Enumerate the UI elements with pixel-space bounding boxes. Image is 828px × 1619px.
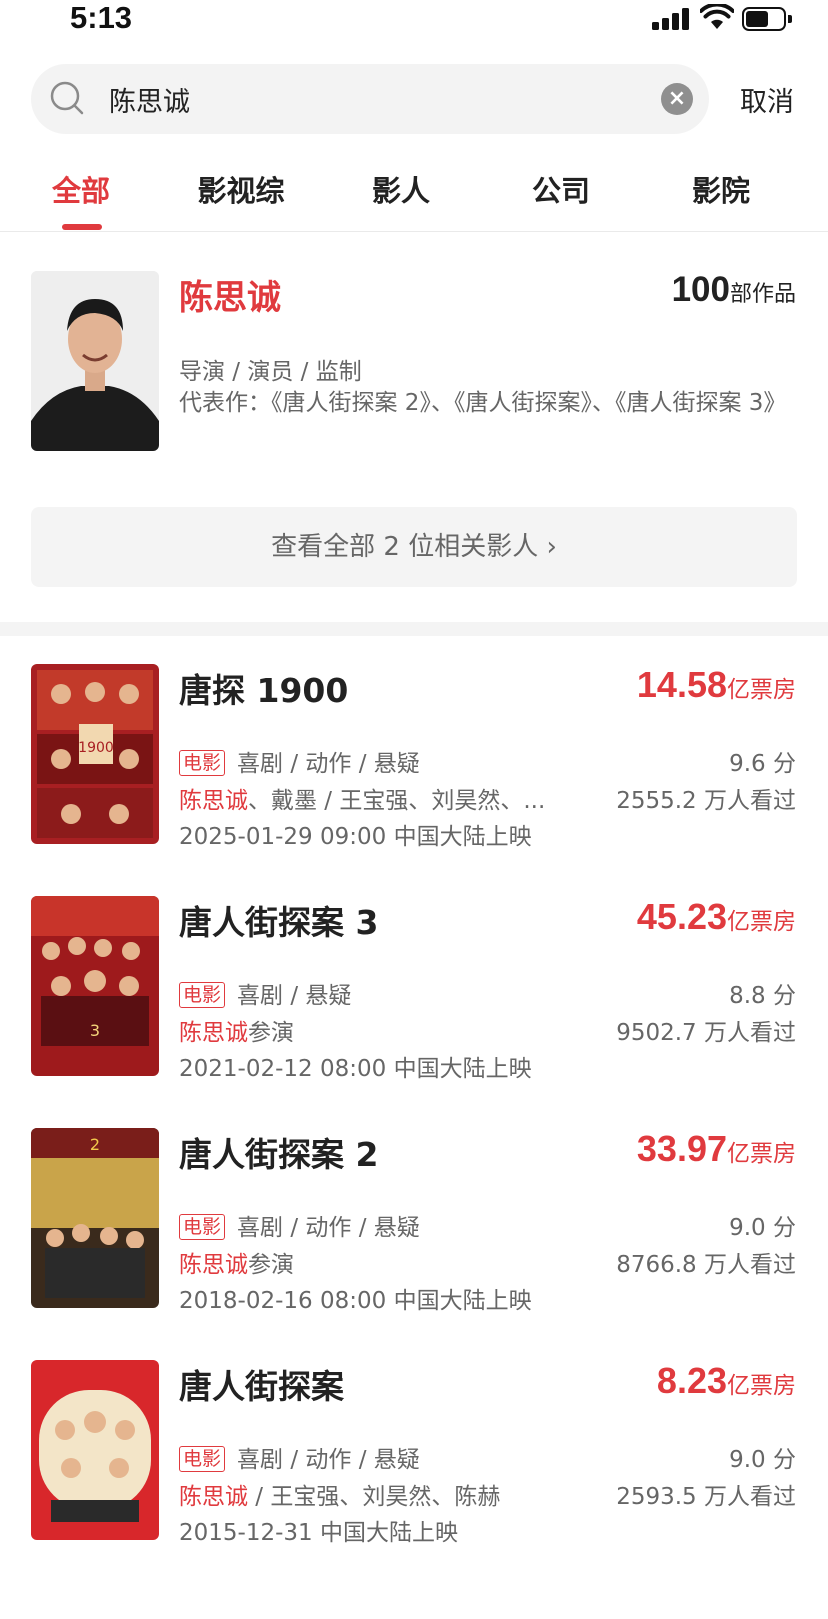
person-name[interactable]: 陈思诚 bbox=[179, 270, 281, 319]
cast-rest: / 王宝强、刘昊然、陈赫 bbox=[248, 1484, 501, 1510]
box-office: 45.23亿票房 bbox=[637, 896, 796, 938]
tab-companies[interactable]: 公司 bbox=[501, 168, 621, 210]
movie-poster[interactable]: 3 bbox=[31, 896, 159, 1076]
movie-release: 2021-02-12 08:00 中国大陆上映 bbox=[179, 1056, 532, 1082]
box-office: 8.23亿票房 bbox=[657, 1360, 796, 1402]
wifi-icon bbox=[700, 4, 734, 29]
tab-all[interactable]: 全部 bbox=[21, 168, 141, 210]
movie-cast: 陈思诚 / 王宝强、刘昊然、陈赫 bbox=[179, 1477, 579, 1511]
cast-highlight: 陈思诚 bbox=[179, 788, 248, 814]
movie-score: 9.0 分 bbox=[729, 1215, 796, 1241]
box-office-value: 8.23 bbox=[656, 1360, 727, 1401]
status-time: 5:13 bbox=[70, 0, 133, 35]
movie-genre-row: 电影 喜剧 / 动作 / 悬疑 bbox=[179, 1440, 420, 1474]
box-office-value: 33.97 bbox=[636, 1128, 727, 1169]
movie-poster[interactable]: 2 bbox=[31, 1128, 159, 1308]
cellular-signal-icon bbox=[652, 8, 692, 30]
tab-cinemas[interactable]: 影院 bbox=[661, 168, 781, 210]
box-office-unit: 亿票房 bbox=[727, 1141, 796, 1167]
person-representative-works: 代表作：《唐人街探案 2》、《唐人街探案》、《唐人街探案 3》 bbox=[179, 390, 787, 416]
view-all-people-button[interactable]: 查看全部 2 位相关影人 › bbox=[31, 507, 797, 587]
movie-poster[interactable]: 1900 bbox=[31, 664, 159, 844]
box-office-value: 14.58 bbox=[636, 664, 727, 705]
cast-highlight: 陈思诚 bbox=[179, 1020, 248, 1046]
movie-genre: 喜剧 / 动作 / 悬疑 bbox=[237, 751, 420, 777]
movie-title[interactable]: 唐人街探案 bbox=[179, 1360, 344, 1408]
cast-rest: 、戴墨 / 王宝强、刘昊然、... bbox=[248, 788, 546, 814]
movie-title[interactable]: 唐人街探案 3 bbox=[179, 896, 378, 944]
movie-views: 2593.5 万人看过 bbox=[616, 1484, 796, 1510]
movie-score: 9.6 分 bbox=[729, 751, 796, 777]
cast-rest: 参演 bbox=[248, 1252, 294, 1278]
movie-item[interactable]: 1900 唐探 1900 14.58亿票房 电影 喜剧 / 动作 / 悬疑 9.6… bbox=[0, 664, 828, 850]
movie-genre: 喜剧 / 动作 / 悬疑 bbox=[237, 1447, 420, 1473]
battery-icon bbox=[742, 7, 792, 31]
status-bar: 5:13 bbox=[0, 0, 828, 40]
box-office-unit: 亿票房 bbox=[727, 677, 796, 703]
search-input[interactable]: 陈思诚 bbox=[109, 80, 190, 119]
movie-item[interactable]: 唐人街探案 8.23亿票房 电影 喜剧 / 动作 / 悬疑 9.0 分 陈思诚 /… bbox=[0, 1360, 828, 1546]
movie-type-badge: 电影 bbox=[179, 982, 226, 1008]
clear-icon[interactable]: × bbox=[661, 83, 693, 115]
svg-text:3: 3 bbox=[90, 1021, 100, 1040]
movie-genre: 喜剧 / 悬疑 bbox=[237, 983, 352, 1009]
cast-rest: 参演 bbox=[248, 1020, 294, 1046]
movie-cast: 陈思诚、戴墨 / 王宝强、刘昊然、... bbox=[179, 781, 579, 815]
box-office-value: 45.23 bbox=[636, 896, 727, 937]
search-icon bbox=[50, 81, 84, 115]
box-office-unit: 亿票房 bbox=[727, 1373, 796, 1399]
cast-highlight: 陈思诚 bbox=[179, 1252, 248, 1278]
svg-text:1900: 1900 bbox=[78, 740, 114, 756]
tab-people[interactable]: 影人 bbox=[341, 168, 461, 210]
movie-cast: 陈思诚参演 bbox=[179, 1013, 579, 1047]
movie-item[interactable]: 2 唐人街探案 2 33.97亿票房 电影 喜剧 / 动作 / 悬疑 9.0 分 … bbox=[0, 1128, 828, 1314]
movie-genre-row: 电影 喜剧 / 悬疑 bbox=[179, 976, 351, 1010]
movie-cast: 陈思诚参演 bbox=[179, 1245, 579, 1279]
svg-text:2: 2 bbox=[90, 1135, 100, 1154]
movie-views: 9502.7 万人看过 bbox=[616, 1020, 796, 1046]
movie-score: 8.8 分 bbox=[729, 983, 796, 1009]
box-office: 14.58亿票房 bbox=[637, 664, 796, 706]
movie-title[interactable]: 唐探 1900 bbox=[179, 664, 348, 712]
person-photo[interactable] bbox=[31, 271, 159, 451]
works-count: 100部作品 bbox=[672, 270, 796, 310]
active-tab-indicator bbox=[62, 224, 102, 230]
tab-film-tv-variety[interactable]: 影视综 bbox=[181, 168, 301, 210]
movie-type-badge: 电影 bbox=[179, 1446, 226, 1472]
movie-release: 2018-02-16 08:00 中国大陆上映 bbox=[179, 1288, 532, 1314]
movie-genre: 喜剧 / 动作 / 悬疑 bbox=[237, 1215, 420, 1241]
movie-type-badge: 电影 bbox=[179, 1214, 226, 1240]
cast-highlight: 陈思诚 bbox=[179, 1484, 248, 1510]
box-office: 33.97亿票房 bbox=[637, 1128, 796, 1170]
movie-score: 9.0 分 bbox=[729, 1447, 796, 1473]
movie-release: 2015-12-31 中国大陆上映 bbox=[179, 1520, 458, 1546]
works-count-number: 100 bbox=[671, 270, 730, 309]
works-count-suffix: 部作品 bbox=[729, 282, 796, 307]
person-roles: 导演 / 演员 / 监制 bbox=[179, 359, 362, 385]
box-office-unit: 亿票房 bbox=[727, 909, 796, 935]
movie-title[interactable]: 唐人街探案 2 bbox=[179, 1128, 378, 1176]
movie-genre-row: 电影 喜剧 / 动作 / 悬疑 bbox=[179, 744, 420, 778]
movie-views: 8766.8 万人看过 bbox=[616, 1252, 796, 1278]
section-divider bbox=[0, 622, 828, 636]
movie-release: 2025-01-29 09:00 中国大陆上映 bbox=[179, 824, 532, 850]
movie-type-badge: 电影 bbox=[179, 750, 226, 776]
cancel-button[interactable]: 取消 bbox=[740, 80, 794, 119]
search-bar[interactable]: 陈思诚 × bbox=[31, 64, 709, 134]
movie-views: 2555.2 万人看过 bbox=[616, 788, 796, 814]
movie-poster[interactable] bbox=[31, 1360, 159, 1540]
tab-bar: 全部 影视综 影人 公司 影院 bbox=[0, 160, 828, 232]
movie-item[interactable]: 3 唐人街探案 3 45.23亿票房 电影 喜剧 / 悬疑 8.8 分 陈思诚参演… bbox=[0, 896, 828, 1082]
movie-genre-row: 电影 喜剧 / 动作 / 悬疑 bbox=[179, 1208, 420, 1242]
